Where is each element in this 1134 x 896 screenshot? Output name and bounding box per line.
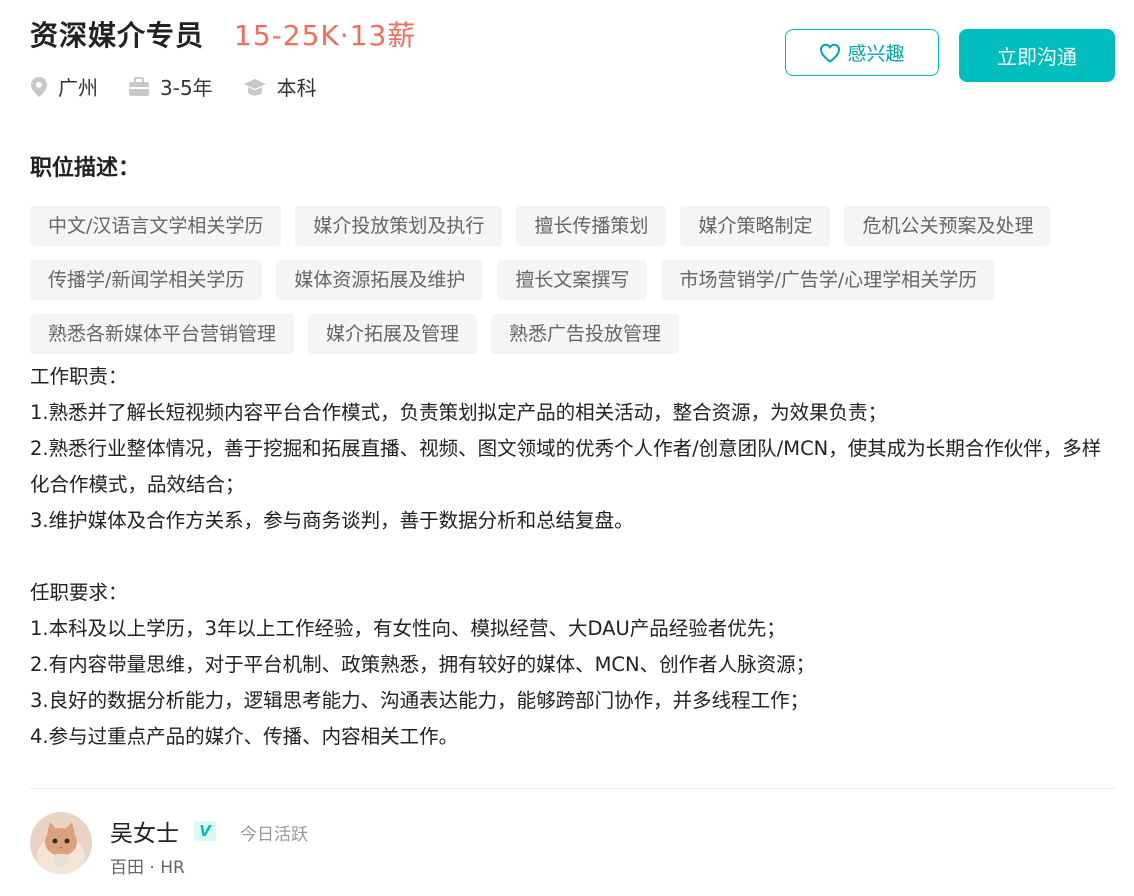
job-title: 资深媒介专员	[30, 19, 205, 52]
briefcase-icon	[129, 76, 149, 96]
requirement-item: 2.有内容带量思维，对于平台机制、政策熟悉，拥有较好的媒体、MCN、创作者人脉资…	[30, 653, 816, 676]
tag-row: 中文/汉语言文学相关学历 媒介投放策划及执行 擅长传播策划 媒介策略制定 危机公…	[30, 206, 1116, 246]
skill-tag: 擅长文案撰写	[497, 260, 648, 300]
interested-label: 感兴趣	[847, 43, 905, 65]
skill-tag: 中文/汉语言文学相关学历	[30, 206, 282, 246]
meta-education: 本科	[243, 72, 317, 101]
salary: 15-25K·13薪	[234, 19, 417, 52]
education-label: 本科	[276, 76, 317, 100]
location-pin-icon	[31, 76, 47, 97]
skill-tag: 市场营销学/广告学/心理学相关学历	[661, 260, 996, 300]
chat-now-button[interactable]: 立即沟通	[959, 29, 1115, 82]
requirement-item: 3.良好的数据分析能力，逻辑思考能力、沟通表达能力，能够跨部门协作，并多线程工作…	[30, 689, 810, 712]
duty-item: 1.熟悉并了解长短视频内容平台合作模式，负责策划拟定产品的相关活动，整合资源，为…	[30, 401, 888, 424]
skill-tags: 中文/汉语言文学相关学历 媒介投放策划及执行 擅长传播策划 媒介策略制定 危机公…	[30, 206, 1116, 368]
experience-label: 3-5年	[160, 76, 213, 100]
skill-tag: 媒介策略制定	[680, 206, 831, 246]
skill-tag: 媒介拓展及管理	[308, 314, 478, 354]
duty-item: 2.熟悉行业整体情况，善于挖掘和拓展直播、视频、图文领域的优秀个人作者/创意团队…	[30, 437, 1102, 496]
heart-icon	[820, 43, 841, 63]
job-meta: 广州 3-5年 本科	[30, 72, 347, 101]
verified-badge-icon: V	[194, 821, 216, 841]
job-header: 资深媒介专员 15-25K·13薪 广州 3-5年 本科 感兴趣 立即沟通	[30, 8, 1116, 118]
skill-tag: 媒介投放策划及执行	[295, 206, 503, 246]
recruiter-company: 百田 · HR	[110, 858, 185, 878]
skill-tag: 熟悉广告投放管理	[491, 314, 680, 354]
skill-tag: 传播学/新闻学相关学历	[30, 260, 263, 300]
requirement-item: 1.本科及以上学历，3年以上工作经验，有女性向、模拟经营、大DAU产品经验者优先…	[30, 617, 786, 640]
requirement-item: 4.参与过重点产品的媒介、传播、内容相关工作。	[30, 725, 459, 748]
requirements-title: 任职要求：	[30, 581, 128, 604]
skill-tag: 擅长传播策划	[516, 206, 667, 246]
skill-tag: 媒体资源拓展及维护	[276, 260, 484, 300]
meta-city: 广州	[30, 72, 98, 101]
divider	[30, 788, 1116, 789]
title-row: 资深媒介专员 15-25K·13薪	[30, 14, 416, 54]
interested-button[interactable]: 感兴趣	[785, 29, 939, 76]
section-title: 职位描述：	[30, 156, 141, 181]
recruiter-name: 吴女士	[110, 821, 179, 847]
avatar-cat-image	[30, 812, 92, 874]
avatar[interactable]	[30, 812, 92, 874]
job-description: 工作职责： 1.熟悉并了解长短视频内容平台合作模式，负责策划拟定产品的相关活动，…	[30, 359, 1110, 755]
skill-tag: 熟悉各新媒体平台营销管理	[30, 314, 295, 354]
active-status: 今日活跃	[240, 825, 308, 845]
tag-row: 传播学/新闻学相关学历 媒体资源拓展及维护 擅长文案撰写 市场营销学/广告学/心…	[30, 260, 1116, 300]
duties-title: 工作职责：	[30, 365, 128, 388]
city-label: 广州	[58, 76, 98, 100]
skill-tag: 危机公关预案及处理	[844, 206, 1052, 246]
tag-row: 熟悉各新媒体平台营销管理 媒介拓展及管理 熟悉广告投放管理	[30, 314, 1116, 354]
graduation-cap-icon	[243, 78, 266, 95]
meta-experience: 3-5年	[128, 72, 213, 101]
duty-item: 3.维护媒体及合作方关系，参与商务谈判，善于数据分析和总结复盘。	[30, 509, 634, 532]
